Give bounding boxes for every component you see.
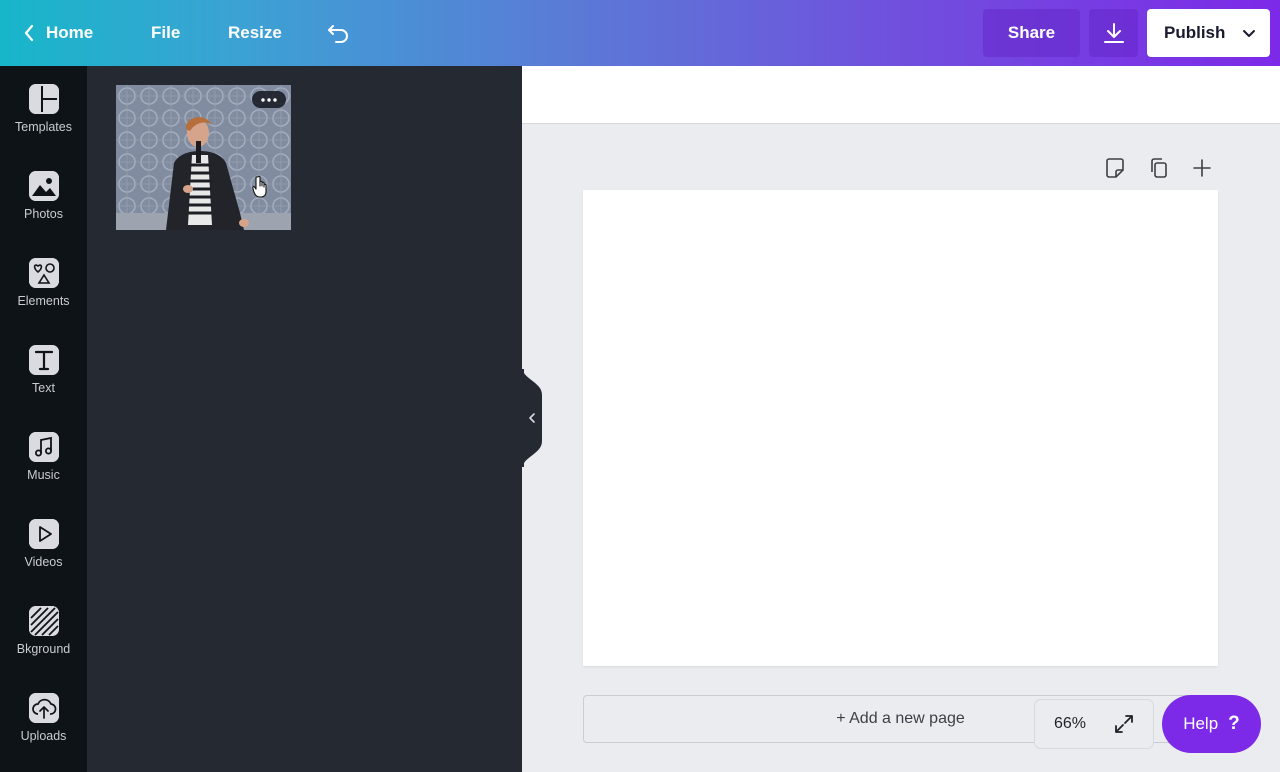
file-menu-button[interactable]: File [151,0,180,66]
editor-toolbar-area [522,66,1280,124]
sidebar-item-label: Photos [24,207,63,221]
home-button[interactable]: Home [24,0,93,66]
resize-label: Resize [228,23,282,42]
music-icon [28,432,59,462]
more-options-button[interactable] [252,91,286,108]
sidebar-item-music[interactable]: Music [0,432,87,512]
help-button[interactable]: Help ? [1162,695,1261,753]
page-note-button[interactable] [1103,156,1127,182]
background-icon [28,606,59,636]
sidebar-item-label: Music [27,468,60,482]
undo-icon [328,25,348,43]
chevron-down-icon[interactable] [1242,26,1256,40]
sidebar-item-photos[interactable]: Photos [0,171,87,251]
sidebar-item-uploads[interactable]: Uploads [0,693,87,772]
collapse-panel-button[interactable] [522,369,542,467]
note-icon [1106,158,1124,178]
more-horizontal-icon [261,97,277,102]
hand-cursor-icon [252,175,267,198]
sidebar-item-label: Videos [24,555,63,569]
videos-icon [28,519,59,549]
sidebar-item-text[interactable]: Text [0,345,87,425]
question-mark-icon: ? [1228,713,1240,734]
share-button[interactable]: Share [983,9,1080,57]
sidebar-item-label: Text [32,381,55,395]
sidebar-item-label: Uploads [20,729,67,743]
duplicate-icon [1151,158,1167,178]
help-label: Help [1183,714,1219,733]
top-bar: Home File Resize Share Publish [0,0,1280,66]
file-label: File [151,23,181,42]
plus-icon [1193,159,1211,177]
download-button[interactable] [1089,9,1138,57]
elements-icon [28,258,59,288]
resize-button[interactable]: Resize [228,0,282,66]
sidebar-item-videos[interactable]: Videos [0,519,87,599]
add-page-label: + Add a new page [836,710,965,727]
templates-icon [28,84,59,114]
download-icon [1103,23,1124,43]
share-label: Share [1007,23,1056,42]
uploads-panel [87,66,522,772]
sidebar-item-label: Elements [17,294,70,308]
sidebar-item-elements[interactable]: Elements [0,258,87,338]
zoom-control[interactable]: 66% [1035,700,1153,748]
duplicate-page-button[interactable] [1147,156,1171,182]
uploaded-video-thumbnail[interactable] [116,85,291,230]
home-label: Home [46,23,94,42]
sidebar-item-templates[interactable]: Templates [0,84,87,164]
fullscreen-icon[interactable] [1113,713,1135,735]
side-navigation: Templates Photos Elements Text Music Vid… [0,66,87,772]
sidebar-item-label: Templates [15,120,72,134]
design-page-canvas[interactable] [583,190,1218,666]
uploads-icon [28,693,59,723]
zoom-value[interactable]: 66% [1054,715,1104,733]
publish-label: Publish [1164,23,1226,42]
sidebar-item-label: Bkground [16,642,71,656]
chevron-left-icon [24,24,34,42]
photos-icon [28,171,59,201]
publish-button[interactable]: Publish [1147,9,1270,57]
sidebar-item-background[interactable]: Bkground [0,606,87,686]
text-icon [28,345,59,375]
undo-button[interactable] [326,0,350,66]
add-page-plus-button[interactable] [1190,156,1214,182]
